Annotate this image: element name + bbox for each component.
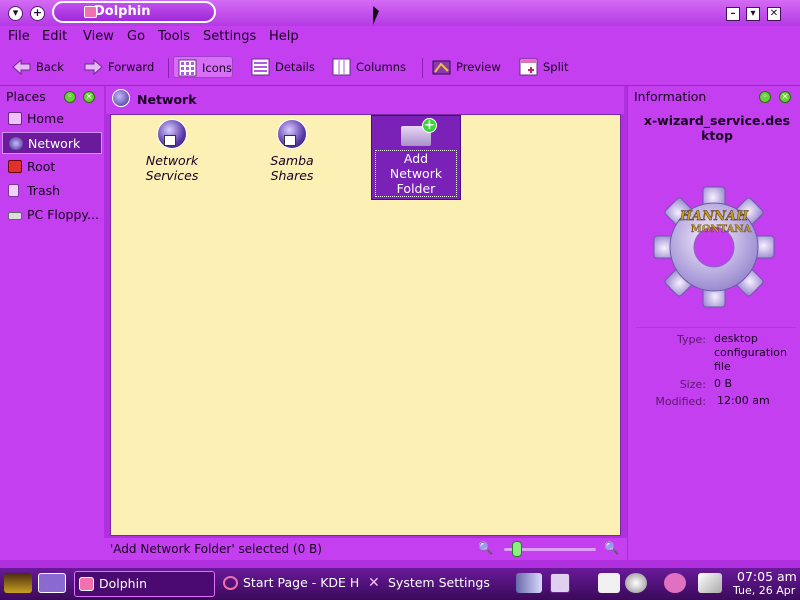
mouse-cursor-icon — [373, 6, 379, 25]
logo-text: HANNAH — [679, 209, 749, 224]
network-globe-icon — [277, 119, 307, 149]
status-bar: 'Add Network Folder' selected (0 B) 🔍 🔍 — [0, 538, 627, 560]
logo-text: MONTANA — [691, 224, 752, 235]
toolbar: Back Forward Icons Details Columns Previ… — [0, 48, 800, 86]
window-menu-icon[interactable]: ▾ — [8, 6, 23, 21]
size-label: Size: — [679, 378, 706, 391]
plus-icon: + — [422, 118, 437, 133]
preview-button[interactable]: Preview — [432, 56, 501, 78]
type-value: desktop configuration file — [714, 332, 787, 373]
file-item-samba-shares[interactable]: Samba Shares — [247, 117, 337, 183]
modified-value: 12:00 am — [717, 394, 770, 407]
panel-float-icon[interactable]: ◦ — [759, 91, 771, 103]
file-item-network-services[interactable]: Network Services — [127, 117, 217, 183]
dolphin-app-icon — [84, 6, 97, 18]
toolbar-separator — [422, 58, 423, 78]
type-label: Type: — [677, 333, 706, 346]
columns-view-icon — [332, 58, 351, 76]
panel-close-icon[interactable]: × — [779, 91, 791, 103]
zoom-in-icon[interactable]: 🔍 — [604, 541, 619, 555]
start-menu-icon[interactable] — [4, 573, 32, 593]
info-separator — [636, 327, 796, 328]
status-text: 'Add Network Folder' selected (0 B) — [110, 542, 322, 556]
split-icon — [519, 58, 538, 76]
title-bar: ▾ + Dolphin – ▾ ✕ — [0, 0, 800, 26]
information-panel: Information ◦ × x-wizard_service.desktop… — [627, 86, 800, 560]
trash-icon — [8, 184, 19, 197]
task-konqueror[interactable]: Start Page - KDE H — [219, 571, 359, 597]
icons-view-button[interactable]: Icons — [173, 56, 234, 78]
home-icon — [8, 112, 22, 125]
dolphin-app-icon — [79, 577, 94, 591]
menu-edit[interactable]: Edit — [42, 29, 67, 44]
place-trash[interactable]: Trash — [2, 180, 102, 202]
breadcrumb-current[interactable]: Network — [137, 92, 197, 107]
back-arrow-icon — [12, 58, 31, 76]
clock-date[interactable]: Tue, 26 Apr — [733, 584, 795, 597]
zoom-slider-handle[interactable] — [512, 541, 523, 557]
floppy-drive-icon — [8, 212, 22, 220]
size-value: 0 B — [714, 377, 733, 390]
maximize-button[interactable]: ▾ — [746, 7, 760, 21]
columns-view-button[interactable]: Columns — [332, 56, 406, 78]
konqueror-icon — [223, 576, 238, 590]
network-globe-icon — [157, 119, 187, 149]
menu-help[interactable]: Help — [269, 29, 299, 44]
back-button[interactable]: Back — [12, 56, 64, 78]
panel-float-icon[interactable]: ◦ — [64, 91, 76, 103]
icons-view-icon — [178, 59, 197, 77]
forward-arrow-icon — [84, 58, 103, 76]
split-button[interactable]: Split — [519, 56, 569, 78]
places-header: Places — [6, 89, 46, 104]
breadcrumb: Network — [106, 86, 624, 114]
minimize-button[interactable]: – — [726, 7, 740, 21]
details-view-button[interactable]: Details — [251, 56, 315, 78]
taskbar: Dolphin Start Page - KDE H ✕ System Sett… — [0, 568, 800, 600]
device-notifier-icon[interactable] — [698, 573, 722, 593]
place-floppy[interactable]: PC Floppy... — [2, 204, 102, 226]
add-folder-icon: + — [401, 118, 437, 146]
clipboard-icon[interactable] — [550, 573, 570, 593]
modified-label: Modified: — [655, 395, 706, 408]
menu-go[interactable]: Go — [127, 29, 145, 44]
clock-time[interactable]: 07:05 am — [737, 569, 797, 584]
network-globe-icon[interactable] — [112, 89, 130, 107]
tools-icon: ✕ — [368, 575, 380, 591]
place-network[interactable]: Network — [2, 132, 102, 154]
settings-gear-icon: HANNAH MONTANA — [653, 186, 775, 308]
forward-button[interactable]: Forward — [84, 56, 154, 78]
network-tray-icon[interactable] — [664, 573, 686, 593]
root-folder-icon — [8, 160, 22, 173]
menu-view[interactable]: View — [83, 29, 114, 44]
toolbar-separator — [168, 58, 169, 78]
file-item-add-network-folder[interactable]: + Add Network Folder — [371, 115, 461, 200]
menu-settings[interactable]: Settings — [203, 29, 256, 44]
menu-bar: File Edit View Go Tools Settings Help — [0, 26, 800, 48]
panel-close-icon[interactable]: × — [83, 91, 95, 103]
keep-above-icon[interactable]: + — [30, 6, 45, 21]
task-system-settings[interactable]: ✕ System Settings — [364, 571, 508, 597]
task-dolphin[interactable]: Dolphin — [74, 571, 215, 597]
home-folder-icon[interactable] — [38, 573, 66, 593]
places-panel: Places ◦ × Home Network Root Trash PC Fl… — [0, 86, 104, 560]
settings-tray-icon[interactable] — [625, 573, 647, 593]
information-header: Information — [634, 89, 707, 104]
window-title: Dolphin — [52, 1, 216, 23]
network-icon — [9, 137, 23, 150]
menu-file[interactable]: File — [8, 29, 30, 44]
close-button[interactable]: ✕ — [767, 7, 781, 21]
notes-icon[interactable] — [598, 573, 620, 593]
info-filename: x-wizard_service.desktop — [643, 113, 791, 143]
place-root[interactable]: Root — [2, 156, 102, 178]
file-view[interactable]: Network Services Samba Shares + Add Netw… — [110, 114, 621, 536]
details-view-icon — [251, 58, 270, 76]
menu-tools[interactable]: Tools — [158, 29, 190, 44]
pager-icon[interactable] — [516, 573, 542, 593]
preview-icon — [432, 58, 451, 76]
place-home[interactable]: Home — [2, 108, 102, 130]
zoom-out-icon[interactable]: 🔍 — [478, 541, 493, 555]
